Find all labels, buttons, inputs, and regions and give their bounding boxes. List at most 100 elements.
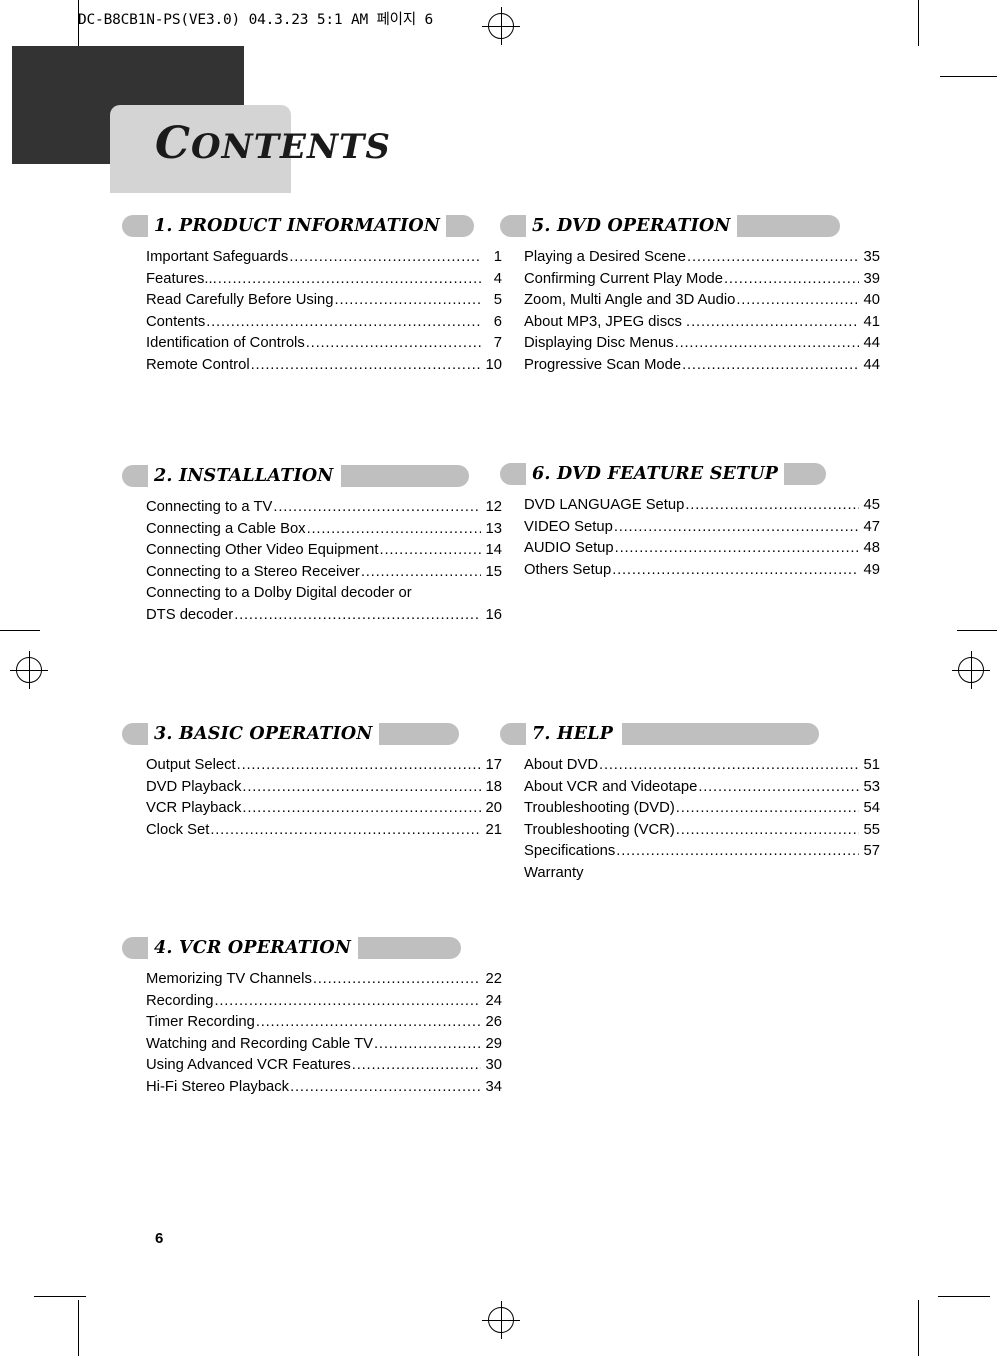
toc-entry[interactable]: About DVD...............................… — [524, 755, 880, 777]
toc-entry-list: Connecting to a TV......................… — [122, 497, 502, 626]
toc-entry-page: 48 — [863, 540, 880, 556]
toc-entry[interactable]: Warranty................................… — [524, 863, 880, 885]
toc-leader-dots: ........................................… — [614, 540, 859, 556]
toc-entry-page: 41 — [863, 313, 880, 330]
toc-entry[interactable]: AUDIO Setup.............................… — [524, 538, 880, 560]
toc-entry-label: Connecting to a TV — [146, 499, 273, 515]
toc-entry-page: 54 — [863, 800, 880, 816]
toc-leader-dots: ........................................… — [255, 1014, 481, 1030]
toc-entry-label: Identification of Controls — [146, 335, 305, 351]
toc-entry[interactable]: Troubleshooting (VCR)...................… — [524, 820, 880, 842]
toc-leader-dots: ........................................… — [736, 292, 859, 308]
toc-leader-dots: ........................................… — [210, 821, 481, 838]
crop-mark-bottom-left-horizontal — [34, 1296, 86, 1297]
toc-entry[interactable]: Features................................… — [146, 269, 502, 291]
toc-leader-dots: ........................................… — [685, 497, 859, 513]
toc-entry[interactable]: Others Setup............................… — [524, 560, 880, 582]
toc-entry-list: Output Select...........................… — [122, 755, 502, 841]
toc-entry[interactable]: Connecting to a Stereo Receiver.........… — [146, 562, 502, 584]
toc-entry[interactable]: Contents................................… — [146, 312, 502, 334]
toc-entry[interactable]: Read Carefully Before Using.............… — [146, 290, 502, 312]
toc-entry[interactable]: Connecting to a TV......................… — [146, 497, 502, 519]
toc-entry-label: Warranty — [524, 864, 584, 881]
toc-section-dvd-feature-setup: 6. DVD FEATURE SETUP DVD LANGUAGE Setup..… — [500, 463, 880, 581]
toc-entry-label: Connecting Other Video Equipment — [146, 542, 379, 558]
toc-entry[interactable]: Watching and Recording Cable TV.........… — [146, 1034, 502, 1056]
toc-entry-page: 22 — [485, 971, 502, 987]
toc-entry[interactable]: Remote Control..........................… — [146, 355, 502, 377]
section-bar-left-cap — [500, 215, 526, 237]
toc-entry[interactable]: Connecting Other Video Equipment........… — [146, 540, 502, 562]
toc-entry-page: 26 — [485, 1014, 502, 1030]
toc-entry-page: 21 — [485, 821, 502, 838]
toc-entry[interactable]: Important Safeguards....................… — [146, 247, 502, 269]
toc-leader-dots: ........................................… — [379, 542, 481, 558]
toc-entry-list: DVD LANGUAGE Setup......................… — [500, 495, 880, 581]
toc-leader-dots: ........................................… — [236, 757, 481, 773]
toc-entry-label: Read Carefully Before Using — [146, 292, 334, 308]
toc-leader-dots: ........................................… — [242, 800, 481, 816]
toc-entry[interactable]: About VCR and Videotape.................… — [524, 777, 880, 799]
toc-leader-dots: ........................................… — [360, 563, 481, 580]
toc-entry[interactable]: Specifications..........................… — [524, 841, 880, 863]
toc-entry-label: About VCR and Videotape — [524, 778, 698, 795]
toc-entry[interactable]: Timer Recording.........................… — [146, 1012, 502, 1034]
toc-entry-page: 5 — [493, 292, 502, 308]
toc-entry[interactable]: Playing a Desired Scene.................… — [524, 247, 880, 269]
toc-entry[interactable]: Zoom, Multi Angle and 3D Audio..........… — [524, 290, 880, 312]
toc-entry-label: Confirming Current Play Mode — [524, 270, 724, 287]
toc-entry[interactable]: Connecting a Cable Box..................… — [146, 519, 502, 541]
toc-entry[interactable]: Using Advanced VCR Features.............… — [146, 1055, 502, 1077]
toc-entry[interactable]: Clock Set...............................… — [146, 820, 502, 842]
registration-mark-top — [482, 7, 520, 45]
toc-entry[interactable]: Output Select...........................… — [146, 755, 502, 777]
toc-entry[interactable]: Confirming Current Play Mode............… — [524, 269, 880, 291]
toc-leader-dots: ........................................… — [616, 843, 859, 859]
toc-entry-label: Connecting a Cable Box — [146, 520, 306, 537]
toc-entry-label: Features... — [146, 270, 217, 287]
toc-entry[interactable]: VCR Playback............................… — [146, 798, 502, 820]
toc-entry-label: Output Select — [146, 757, 236, 773]
toc-entry-label: Clock Set — [146, 821, 210, 838]
toc-entry[interactable]: Troubleshooting (DVD)...................… — [524, 798, 880, 820]
toc-entry-page: 16 — [485, 606, 502, 623]
toc-entry-page: 53 — [863, 778, 880, 795]
toc-entry-page: 14 — [485, 542, 502, 558]
toc-entry[interactable]: Identification of Controls..............… — [146, 333, 502, 355]
toc-entry[interactable]: Displaying Disc Menus...................… — [524, 333, 880, 355]
toc-entry-label: Troubleshooting (DVD) — [524, 800, 675, 816]
toc-section-installation: 2. INSTALLATION Connecting to a TV.......… — [122, 465, 502, 626]
toc-entry-label: Progressive Scan Mode — [524, 356, 682, 373]
toc-leader-dots: ........................................… — [612, 561, 859, 578]
toc-entry-page: 20 — [485, 800, 502, 816]
section-heading-bar: 6. DVD FEATURE SETUP — [500, 463, 880, 485]
section-title: 4. VCR OPERATION — [154, 938, 352, 958]
toc-entry[interactable]: VIDEO Setup.............................… — [524, 517, 880, 539]
page-title-rest: ONTENTS — [191, 127, 391, 167]
section-bar-left-cap — [122, 723, 148, 745]
toc-entry-label: Displaying Disc Menus — [524, 335, 674, 351]
crop-mark-top-right-vertical — [918, 0, 919, 46]
toc-leader-dots: ........................................… — [290, 1078, 481, 1095]
toc-entry-label: VCR Playback — [146, 800, 242, 816]
toc-entry-list: Playing a Desired Scene.................… — [500, 247, 880, 376]
toc-entry[interactable]: DVD LANGUAGE Setup......................… — [524, 495, 880, 517]
toc-entry-page: 18 — [485, 778, 502, 795]
crop-mark-bottom-right-horizontal — [938, 1296, 990, 1297]
toc-leader-dots: ........................................… — [242, 778, 481, 795]
toc-entry-page: 34 — [485, 1078, 502, 1095]
toc-entry[interactable]: Hi-Fi Stereo Playback...................… — [146, 1077, 502, 1099]
toc-entry-page: 57 — [863, 843, 880, 859]
toc-entry[interactable]: Connecting to a Dolby Digital decoder or… — [146, 583, 502, 626]
section-bar-right-tail — [737, 215, 840, 237]
toc-entry[interactable]: Progressive Scan Mode...................… — [524, 355, 880, 377]
toc-entry[interactable]: DVD Playback............................… — [146, 777, 502, 799]
toc-entry[interactable]: Memorizing TV Channels..................… — [146, 969, 502, 991]
print-slug: DC-B8CB1N-PS(VE3.0) 04.3.23 5:1 AM 페이지 6 — [78, 12, 434, 28]
toc-entry[interactable]: Recording...............................… — [146, 991, 502, 1013]
toc-entry[interactable]: About MP3, JPEG discs ..................… — [524, 312, 880, 334]
toc-entry-page: 45 — [863, 497, 880, 513]
section-heading-bar: 2. INSTALLATION — [122, 465, 502, 487]
section-title: 3. BASIC OPERATION — [154, 724, 373, 744]
toc-entry-label: Playing a Desired Scene — [524, 249, 687, 265]
